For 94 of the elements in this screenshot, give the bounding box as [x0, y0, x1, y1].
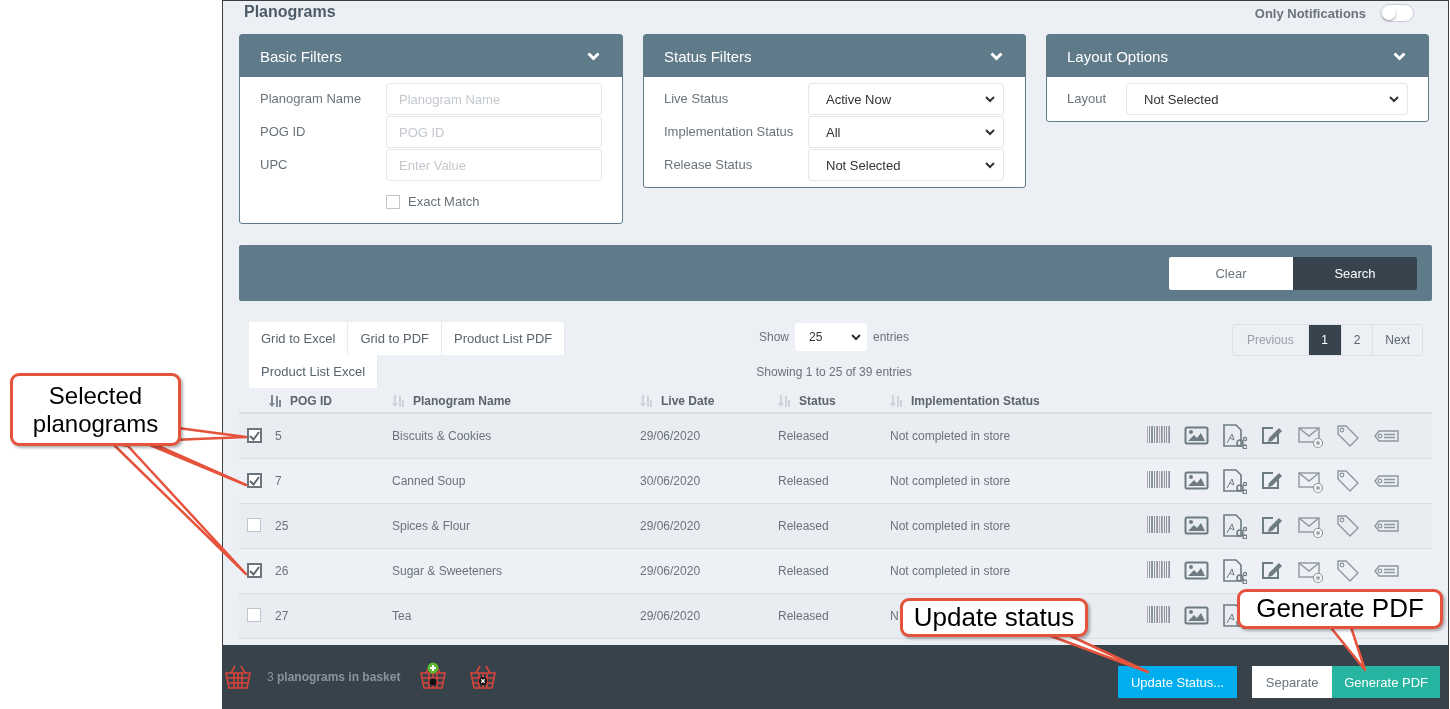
table-cell: Not completed in store	[890, 429, 1011, 443]
checkbox[interactable]	[247, 607, 261, 622]
entries-info: Showing 1 to 25 of 39 entries	[756, 365, 912, 379]
page-button[interactable]: 1	[1308, 325, 1342, 355]
table-cell: Released	[778, 609, 829, 623]
separate-button[interactable]: Separate	[1252, 666, 1333, 698]
table-row[interactable]: 5 Biscuits & Cookies 29/06/2020 Released Not completed in store	[239, 414, 1432, 459]
table-cell: 5	[275, 429, 282, 443]
caret-icon	[985, 161, 995, 169]
entries-label: entries	[873, 330, 910, 344]
table-cell: Released	[778, 429, 829, 443]
tag-icon[interactable]	[1336, 423, 1361, 449]
table-cell: 27	[275, 609, 289, 623]
text-input[interactable]: Enter Value	[386, 149, 602, 181]
table-cell: Canned Soup	[392, 474, 466, 488]
basket-add-icon[interactable]	[418, 662, 449, 692]
table-cell: 29/06/2020	[640, 564, 701, 578]
column-header[interactable]: Planogram Name	[413, 393, 512, 408]
checkbox[interactable]	[247, 473, 262, 489]
field-label: Planogram Name	[260, 90, 363, 106]
table-cell: Spices & Flour	[392, 519, 471, 533]
checkbox[interactable]	[247, 428, 262, 444]
table-cell: 7	[275, 474, 282, 488]
export-button[interactable]: Grid to PDF	[348, 322, 443, 355]
tag-icon[interactable]	[1336, 468, 1361, 494]
check-icon	[249, 430, 260, 441]
table-cell: Not completed in store	[890, 519, 1011, 533]
checkbox[interactable]	[247, 563, 262, 579]
check-icon	[249, 475, 260, 486]
tag-icon[interactable]	[1336, 558, 1361, 584]
check-icon	[249, 565, 260, 576]
caret-icon	[985, 128, 995, 136]
column-header[interactable]: POG ID	[290, 393, 332, 408]
field-label: Live Status	[664, 90, 730, 106]
column-header[interactable]: Status	[799, 393, 836, 408]
pdf-file-gear-icon[interactable]	[1222, 513, 1247, 539]
checkbox[interactable]	[247, 517, 261, 532]
field-label: UPC	[260, 156, 289, 172]
search-button[interactable]: Search	[1293, 256, 1417, 290]
pdf-file-gear-icon[interactable]	[1222, 468, 1247, 494]
checkbox[interactable]	[386, 194, 400, 209]
table-row[interactable]: 25 Spices & Flour 29/06/2020 Released Not completed in store	[239, 504, 1432, 549]
show-label: Show	[758, 330, 789, 344]
page-size-dropdown[interactable]: 25	[795, 323, 867, 351]
text-input[interactable]: Planogram Name	[386, 83, 602, 115]
dropdown[interactable]: All	[808, 116, 1004, 148]
column-header[interactable]: Implementation Status	[911, 393, 1040, 408]
pdf-file-gear-icon[interactable]	[1222, 423, 1247, 449]
field-label: Layout	[1067, 90, 1108, 106]
dropdown[interactable]: Not Selected	[808, 149, 1004, 181]
export-button[interactable]: Product List PDF	[442, 322, 566, 355]
text-input[interactable]: POG ID	[386, 116, 602, 148]
table-cell: Biscuits & Cookies	[392, 429, 492, 443]
table-cell: Not completed in store	[890, 564, 1011, 578]
table-cell: 26	[275, 564, 289, 578]
basket-count: 3 planograms in basket	[267, 670, 401, 684]
chevron-down-icon[interactable]	[990, 51, 1003, 61]
chevron-down-icon[interactable]	[587, 51, 600, 61]
checkbox-label: Exact Match	[408, 194, 480, 209]
tag-icon[interactable]	[1336, 513, 1361, 539]
table-cell: Tea	[392, 609, 412, 623]
caret-icon	[985, 95, 995, 103]
caret-icon	[851, 333, 861, 341]
panel-title: Basic Filters	[260, 47, 342, 65]
callout: Update status	[900, 598, 1088, 637]
table-cell: 25	[275, 519, 289, 533]
field-label: POG ID	[260, 123, 307, 139]
table-cell: Released	[778, 474, 829, 488]
toggle-label: Only Notifications	[1254, 5, 1366, 21]
pdf-file-gear-icon[interactable]	[1222, 558, 1247, 584]
notifications-toggle[interactable]	[1380, 4, 1414, 22]
table-cell: 29/06/2020	[640, 609, 701, 623]
table-cell: N	[890, 609, 899, 623]
panel-title: Layout Options	[1067, 47, 1168, 65]
table-cell: 30/06/2020	[640, 474, 701, 488]
table-cell: 29/06/2020	[640, 519, 701, 533]
clear-button[interactable]: Clear	[1169, 256, 1293, 290]
sort-icon[interactable]	[269, 394, 282, 407]
panel-title: Status Filters	[664, 47, 752, 65]
export-button[interactable]: Grid to Excel	[249, 322, 349, 355]
field-label: Release Status	[664, 156, 754, 172]
table-cell: Released	[778, 564, 829, 578]
page-title: Planograms	[244, 3, 336, 21]
table-cell: Sugar & Sweeteners	[392, 564, 503, 578]
field-label: Implementation Status	[664, 123, 795, 139]
column-header[interactable]: Live Date	[661, 393, 715, 408]
dropdown[interactable]: Not Selected	[1126, 83, 1408, 115]
table-cell: Released	[778, 519, 829, 533]
table-cell: Not completed in store	[890, 474, 1011, 488]
chevron-down-icon[interactable]	[1393, 51, 1406, 61]
export-button[interactable]: Product List Excel	[249, 355, 379, 388]
table-cell: 29/06/2020	[640, 429, 701, 443]
caret-icon	[1389, 95, 1399, 103]
dropdown[interactable]: Active Now	[808, 83, 1004, 115]
